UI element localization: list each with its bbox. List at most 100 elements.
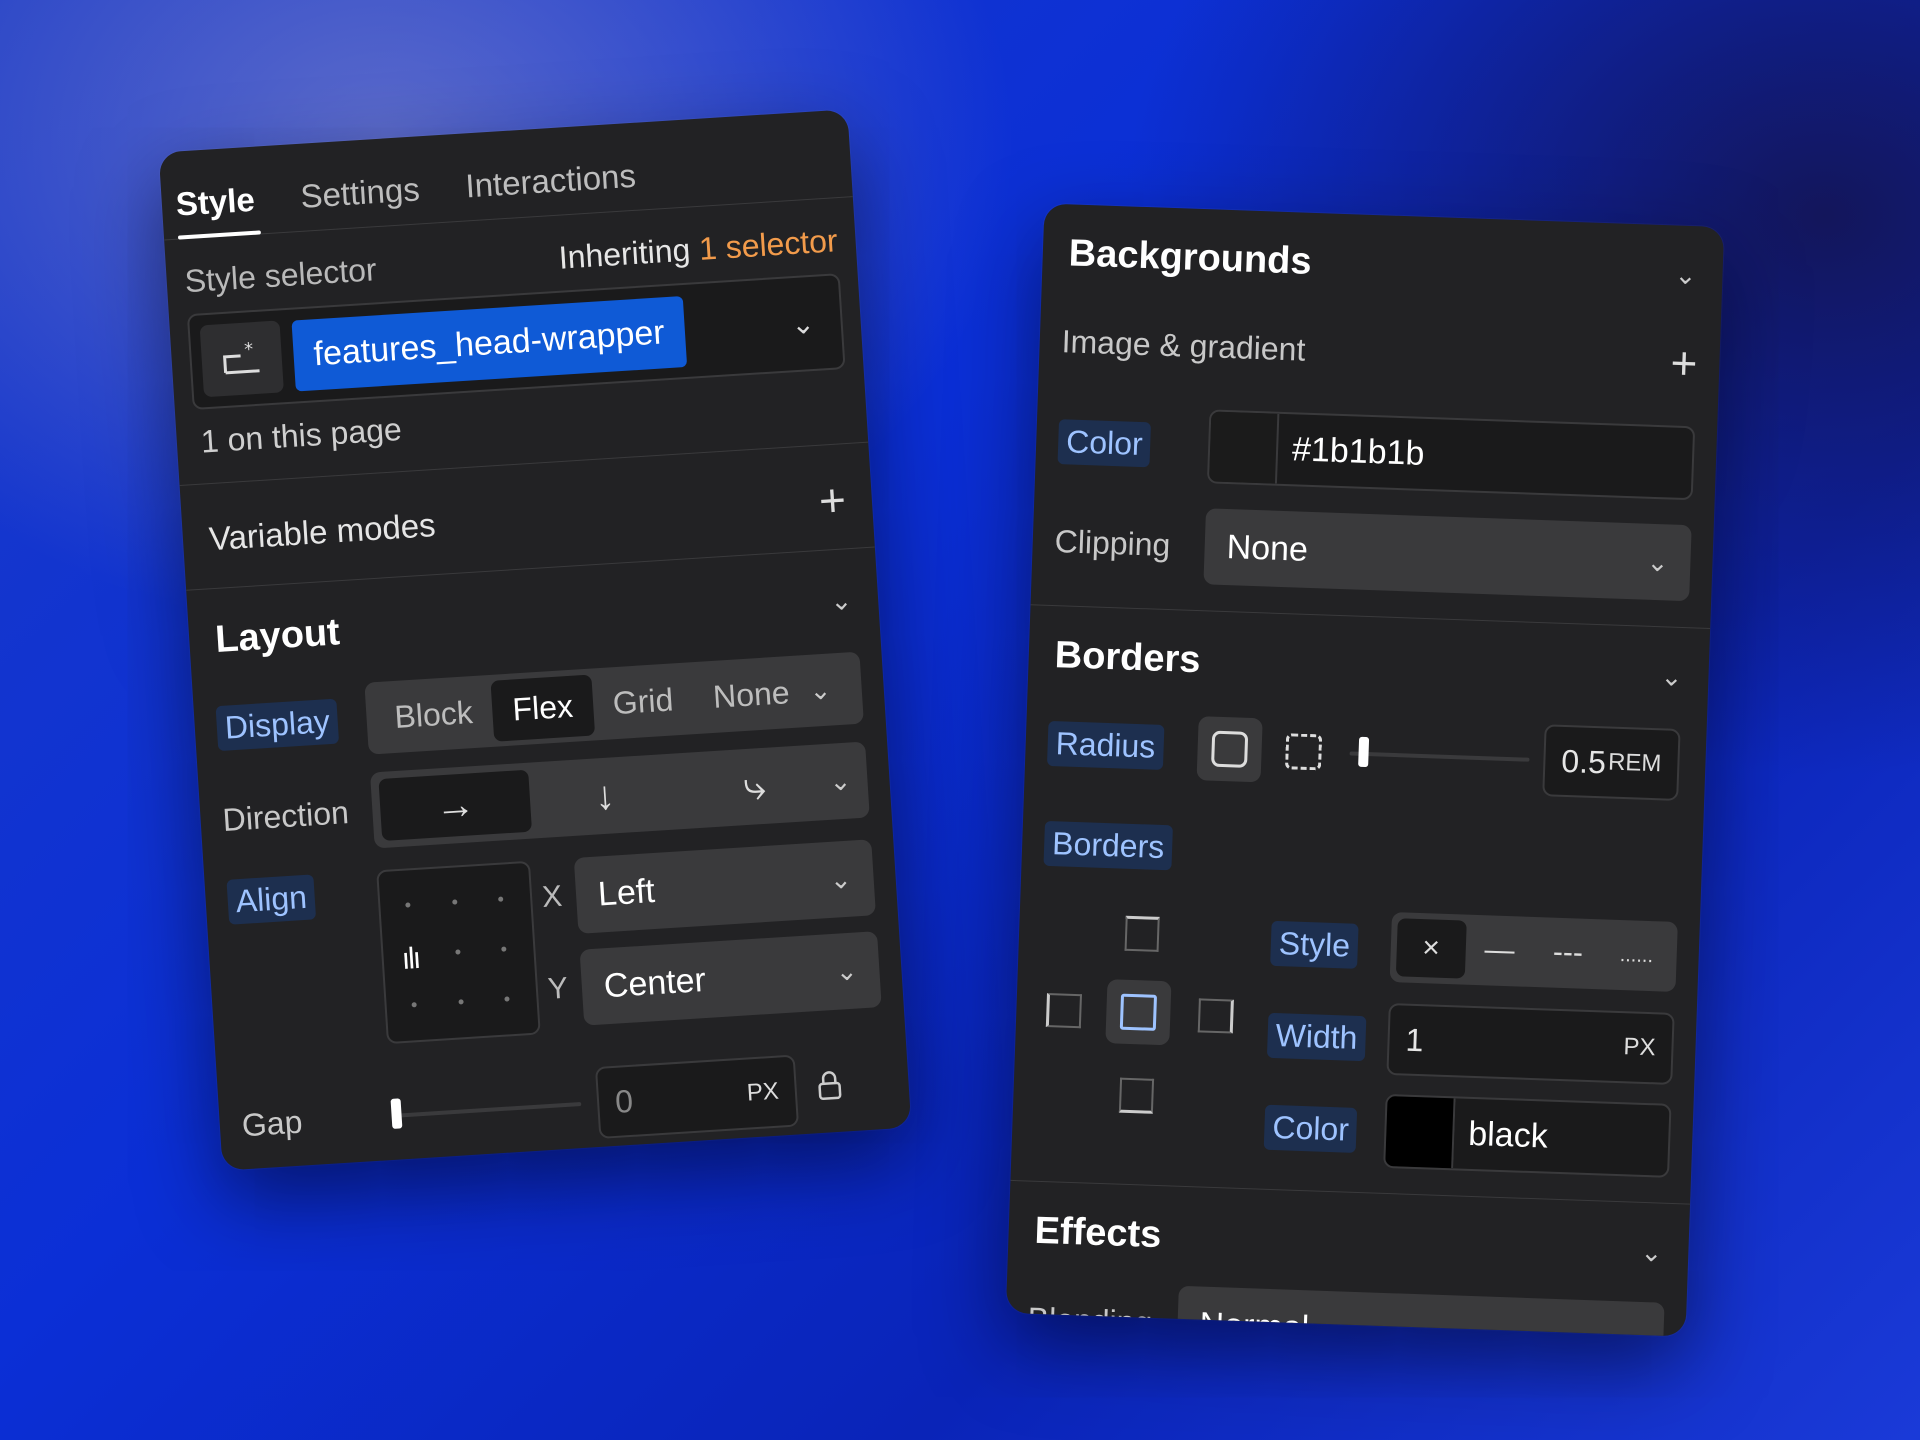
- display-grid[interactable]: Grid: [591, 668, 695, 735]
- radius-unit[interactable]: REM: [1608, 748, 1662, 778]
- align-dot[interactable]: [452, 899, 458, 905]
- clipping-value: None: [1226, 527, 1309, 569]
- align-dot[interactable]: [501, 946, 507, 952]
- chevron-down-icon[interactable]: ⌄: [1640, 1237, 1663, 1269]
- radius-label[interactable]: Radius: [1046, 720, 1165, 770]
- border-width-label[interactable]: Width: [1266, 1012, 1367, 1061]
- blending-label: Blending: [1027, 1300, 1153, 1337]
- borders-label[interactable]: Borders: [1043, 820, 1174, 870]
- display-none[interactable]: None: [691, 660, 811, 728]
- border-color-label[interactable]: Color: [1263, 1104, 1358, 1153]
- lock-icon[interactable]: [816, 1069, 844, 1108]
- x-axis-label: X: [541, 879, 564, 915]
- variable-modes-label: Variable modes: [207, 506, 437, 558]
- border-props: Style × — --- ...... Width 1 PX Color bl…: [1243, 900, 1678, 1183]
- bg-color-swatch[interactable]: [1208, 411, 1280, 484]
- direction-row-icon[interactable]: →: [378, 769, 533, 841]
- selector-icon[interactable]: *: [199, 320, 284, 398]
- border-bottom-icon[interactable]: [1118, 1077, 1155, 1114]
- align-dot[interactable]: [405, 902, 411, 908]
- align-dot[interactable]: [498, 896, 504, 902]
- direction-label: Direction: [221, 793, 350, 838]
- align-dot[interactable]: [411, 1002, 417, 1008]
- chevron-down-icon[interactable]: ⌄: [829, 585, 853, 617]
- align-x-value: Left: [596, 871, 656, 914]
- inheriting-info[interactable]: Inheriting 1 selector: [558, 222, 839, 276]
- chevron-down-icon[interactable]: ⌄: [808, 674, 832, 706]
- gap-slider[interactable]: [390, 1098, 582, 1129]
- radius-individual-icon[interactable]: [1270, 719, 1336, 785]
- borders-editor: Style × — --- ...... Width 1 PX Color bl…: [1011, 892, 1700, 1184]
- align-x-select[interactable]: Left ⌄: [573, 839, 876, 934]
- effects-title: Effects: [1033, 1209, 1163, 1257]
- dashed-line-icon[interactable]: ---: [1533, 923, 1603, 983]
- direction-column-icon[interactable]: ↓: [528, 760, 682, 831]
- chevron-down-icon[interactable]: ⌄: [1660, 661, 1683, 693]
- align-dot[interactable]: [458, 999, 464, 1005]
- border-right-icon[interactable]: [1197, 998, 1234, 1034]
- border-top-icon[interactable]: [1124, 915, 1160, 952]
- blending-value: Normal: [1198, 1305, 1310, 1337]
- close-icon[interactable]: ×: [1395, 918, 1467, 979]
- radius-input[interactable]: 0.5 REM: [1542, 724, 1681, 801]
- radius-slider[interactable]: [1349, 736, 1530, 768]
- direction-wrap-icon[interactable]: ⤷: [678, 751, 832, 822]
- border-color-swatch[interactable]: [1385, 1095, 1456, 1169]
- selected-class-chip[interactable]: features_head-wrapper: [291, 295, 687, 392]
- align-indicator-icon: ılı: [400, 941, 421, 976]
- add-icon[interactable]: +: [1670, 336, 1699, 389]
- border-style-segmented: × — --- ......: [1389, 912, 1678, 992]
- border-width-input[interactable]: 1 PX: [1386, 1002, 1675, 1085]
- style-selector-label: Style selector: [183, 251, 378, 300]
- border-color-row: Color black: [1263, 1085, 1672, 1183]
- effects-section: Effects ⌄ Blending Normal ⌄: [1006, 1181, 1690, 1337]
- bg-color-label[interactable]: Color: [1057, 418, 1152, 467]
- layout-section: Layout ⌄ Display Block Flex Grid None ⌄ …: [186, 547, 911, 1170]
- display-flex[interactable]: Flex: [490, 674, 595, 742]
- inheriting-count[interactable]: 1 selector: [698, 222, 839, 267]
- tab-style[interactable]: Style: [175, 181, 257, 240]
- add-icon[interactable]: +: [817, 473, 847, 527]
- border-style-label[interactable]: Style: [1270, 920, 1359, 969]
- display-block[interactable]: Block: [373, 680, 495, 748]
- borders-section: Borders ⌄ Radius 0.5 REM Borders Style ×…: [1010, 605, 1711, 1205]
- bg-color-input[interactable]: #1b1b1b: [1206, 409, 1696, 501]
- border-side-picker: [1034, 893, 1253, 1150]
- align-label[interactable]: Align: [226, 874, 317, 925]
- solid-line-icon[interactable]: —: [1464, 921, 1534, 981]
- gap-slider-thumb[interactable]: [390, 1098, 403, 1129]
- align-y-select[interactable]: Center ⌄: [579, 931, 882, 1026]
- align-dot[interactable]: [455, 949, 461, 955]
- border-width-value: 1: [1405, 1021, 1425, 1058]
- dotted-line-icon[interactable]: ......: [1601, 925, 1671, 985]
- align-dot[interactable]: [504, 996, 510, 1002]
- chevron-down-icon: ⌄: [1646, 546, 1669, 577]
- align-grid[interactable]: ılı: [376, 860, 541, 1045]
- layout-title: Layout: [214, 611, 342, 662]
- svg-text:*: *: [244, 341, 254, 361]
- display-label[interactable]: Display: [215, 698, 340, 751]
- clipping-label: Clipping: [1054, 522, 1172, 563]
- border-color-value: black: [1467, 1114, 1549, 1156]
- border-width-unit[interactable]: PX: [1623, 1033, 1656, 1062]
- y-axis-label: Y: [546, 971, 569, 1006]
- chevron-down-icon[interactable]: ⌄: [829, 764, 861, 797]
- chevron-down-icon[interactable]: ⌄: [1674, 260, 1697, 292]
- border-left-icon[interactable]: [1045, 993, 1083, 1029]
- clipping-select[interactable]: None ⌄: [1203, 508, 1692, 602]
- radius-slider-thumb[interactable]: [1357, 736, 1369, 768]
- image-gradient-label: Image & gradient: [1061, 322, 1306, 368]
- blending-select[interactable]: Normal ⌄: [1176, 1285, 1665, 1337]
- align-y-value: Center: [602, 960, 707, 1005]
- border-width-row: Width 1 PX: [1266, 993, 1675, 1091]
- chevron-down-icon[interactable]: ⌄: [790, 306, 815, 340]
- tab-interactions[interactable]: Interactions: [464, 157, 638, 222]
- border-color-input[interactable]: black: [1383, 1093, 1672, 1178]
- backgrounds-title: Backgrounds: [1068, 232, 1313, 283]
- radius-all-icon[interactable]: [1196, 716, 1263, 783]
- border-all-icon[interactable]: [1105, 979, 1172, 1046]
- gap-unit[interactable]: PX: [746, 1078, 780, 1108]
- gap-input[interactable]: 0 PX: [594, 1054, 800, 1139]
- tab-settings[interactable]: Settings: [299, 170, 421, 231]
- gap-row: Gap 0 PX: [217, 1038, 911, 1171]
